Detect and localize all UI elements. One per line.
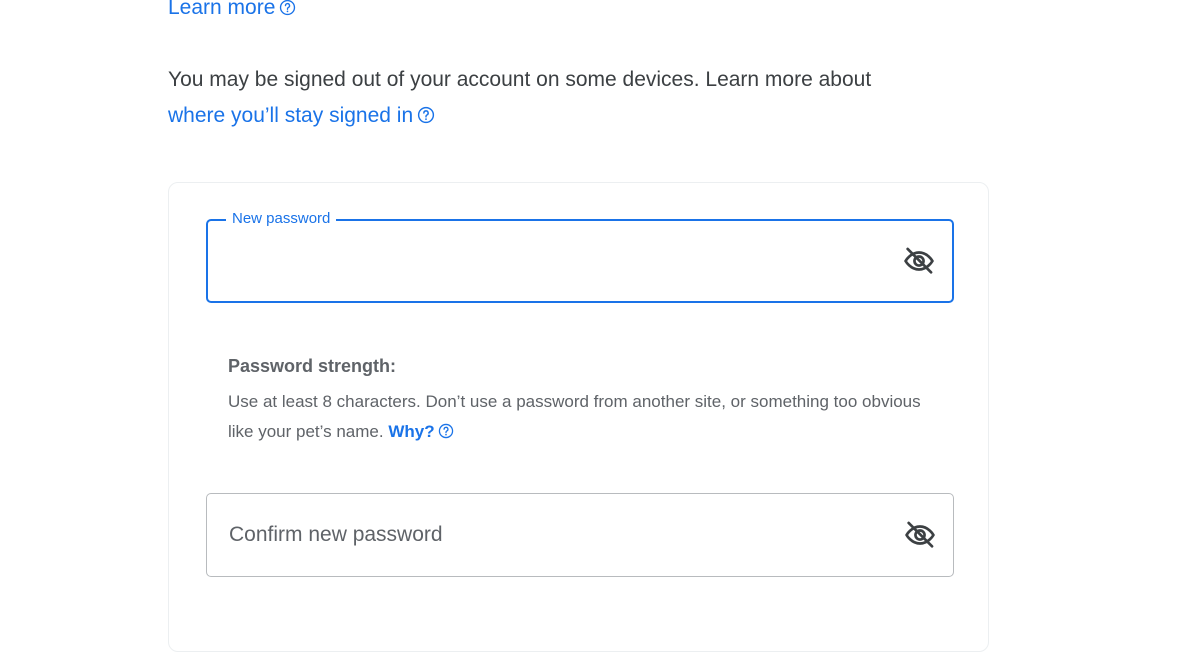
confirm-password-field[interactable] (206, 493, 954, 577)
password-strength-hint: Use at least 8 characters. Don’t use a p… (228, 387, 928, 447)
signed-out-notice-text: You may be signed out of your account on… (168, 68, 872, 91)
stay-signed-in-link[interactable]: where you’ll stay signed in (168, 104, 435, 127)
help-circle-icon (417, 106, 435, 124)
help-circle-icon (438, 423, 454, 439)
why-link-label: Why? (388, 422, 435, 441)
new-password-field[interactable]: New password (206, 210, 954, 303)
password-form-card: New password Password strength: Use at l… (168, 182, 989, 652)
password-strength-heading: Password strength: (228, 356, 397, 376)
new-password-input[interactable] (230, 221, 870, 301)
learn-more-label: Learn more (168, 0, 276, 19)
password-strength-hint-text: Use at least 8 characters. Don’t use a p… (228, 392, 921, 441)
signed-out-notice: You may be signed out of your account on… (168, 62, 1028, 134)
confirm-password-input[interactable] (229, 494, 869, 576)
password-strength-section: Password strength: Use at least 8 charac… (228, 353, 928, 447)
learn-more-link[interactable]: Learn more (168, 0, 296, 22)
eye-off-icon[interactable] (903, 518, 937, 552)
stay-signed-in-link-label: where you’ll stay signed in (168, 104, 414, 127)
why-link[interactable]: Why? (388, 422, 453, 441)
eye-off-icon[interactable] (902, 244, 936, 278)
help-circle-icon (279, 0, 296, 16)
